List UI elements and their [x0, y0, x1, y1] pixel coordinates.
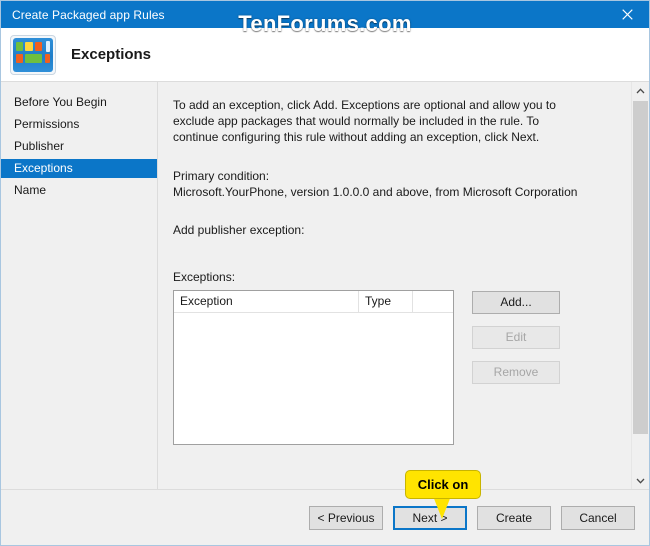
sidebar-item-label: Publisher — [14, 139, 65, 153]
click-on-callout: Click on — [405, 470, 481, 499]
sidebar-item-label: Exceptions — [14, 161, 73, 175]
next-button[interactable]: Next > — [393, 505, 467, 530]
sidebar-item-publisher[interactable]: Publisher — [1, 137, 157, 156]
exceptions-list-row: Exception Type Add... Edit Remove — [173, 290, 631, 445]
main-content: To add an exception, click Add. Exceptio… — [158, 82, 631, 489]
scrollbar-track[interactable] — [632, 99, 649, 472]
main-panel: To add an exception, click Add. Exceptio… — [158, 82, 649, 489]
sidebar-item-permissions[interactable]: Permissions — [1, 115, 157, 134]
vertical-scrollbar[interactable] — [631, 82, 649, 489]
previous-button[interactable]: < Previous — [309, 505, 383, 530]
callout-tail-icon — [433, 496, 451, 519]
cancel-button[interactable]: Cancel — [561, 505, 635, 530]
page-title: Exceptions — [71, 46, 152, 63]
dialog-body: Before You Begin Permissions Publisher E… — [1, 82, 649, 489]
sidebar-item-label: Permissions — [14, 117, 80, 131]
screenshot-root: Create Packaged app Rules Exceptions Bef… — [0, 0, 650, 546]
list-action-buttons: Add... Edit Remove — [472, 290, 560, 396]
primary-condition-block: Primary condition: Microsoft.YourPhone, … — [173, 168, 631, 200]
chevron-down-icon[interactable] — [632, 472, 649, 489]
exceptions-list-header: Exception Type — [174, 291, 453, 313]
create-button[interactable]: Create — [477, 505, 551, 530]
header-band: Exceptions — [1, 28, 649, 82]
sidebar-item-name[interactable]: Name — [1, 181, 157, 200]
primary-condition-label: Primary condition: — [173, 169, 270, 183]
dialog-window: Create Packaged app Rules Exceptions Bef… — [0, 0, 650, 546]
chevron-up-icon[interactable] — [632, 82, 649, 99]
add-button[interactable]: Add... — [472, 291, 560, 314]
sidebar-item-before-you-begin[interactable]: Before You Begin — [1, 93, 157, 112]
wizard-steps-sidebar: Before You Begin Permissions Publisher E… — [1, 82, 158, 489]
sidebar-item-exceptions[interactable]: Exceptions — [1, 159, 157, 178]
dialog-footer: < Previous Next > Create Cancel — [1, 489, 649, 545]
packaged-app-icon — [10, 34, 56, 75]
close-icon[interactable] — [605, 1, 649, 28]
scrollbar-thumb[interactable] — [633, 101, 648, 434]
sidebar-item-label: Before You Begin — [14, 95, 107, 109]
exceptions-list-body — [174, 313, 453, 444]
title-bar: Create Packaged app Rules — [1, 1, 649, 28]
sidebar-item-label: Name — [14, 183, 47, 197]
primary-condition-value: Microsoft.YourPhone, version 1.0.0.0 and… — [173, 185, 578, 199]
remove-button: Remove — [472, 361, 560, 384]
column-header-type[interactable]: Type — [359, 291, 413, 312]
exceptions-label: Exceptions: — [173, 270, 236, 284]
window-title: Create Packaged app Rules — [12, 7, 165, 22]
column-header-filler — [413, 291, 453, 312]
add-publisher-exception-label: Add publisher exception: — [173, 223, 305, 237]
exceptions-listbox[interactable]: Exception Type — [173, 290, 454, 445]
edit-button: Edit — [472, 326, 560, 349]
column-header-exception[interactable]: Exception — [174, 291, 359, 312]
intro-text: To add an exception, click Add. Exceptio… — [173, 98, 556, 144]
